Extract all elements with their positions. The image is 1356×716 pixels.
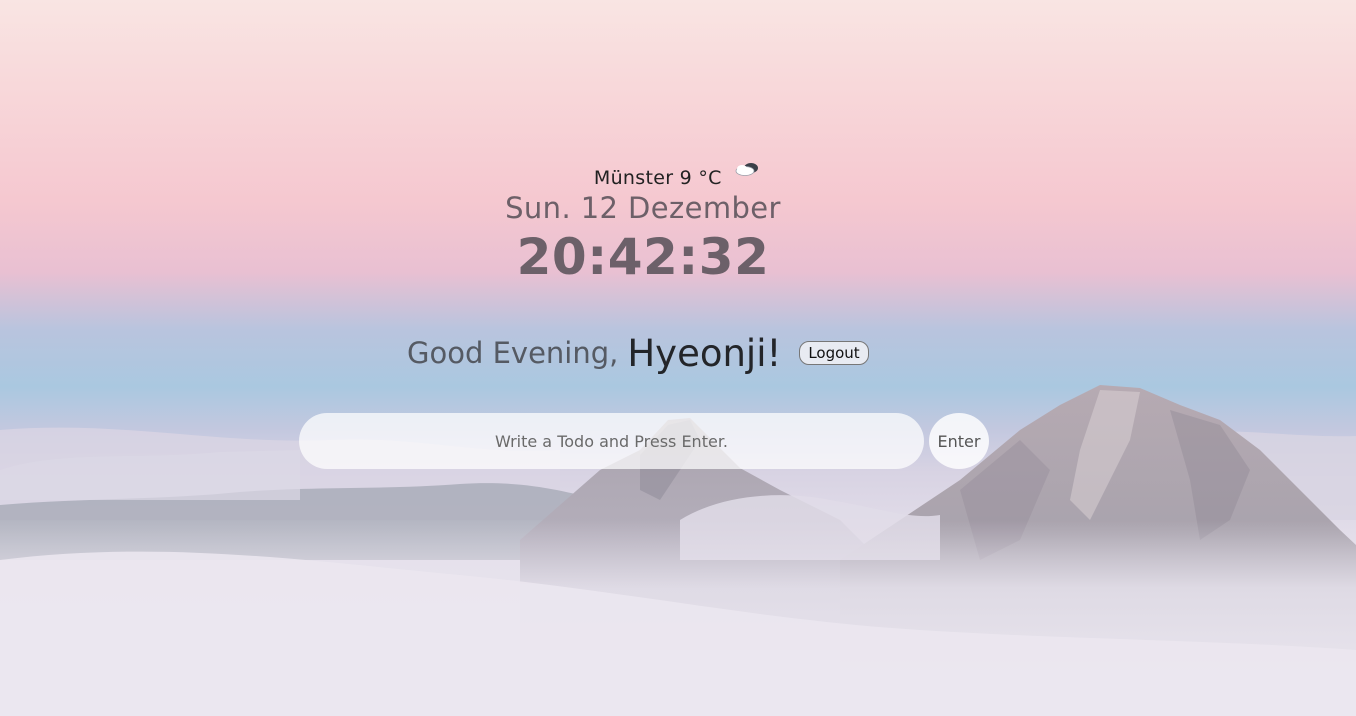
todo-input[interactable] [299, 413, 924, 469]
weather-text: Münster 9 °C [593, 167, 722, 189]
greeting: Good Evening, Hyeonji! Logout [407, 328, 869, 378]
cloud-icon [735, 163, 759, 176]
date-display: Sun. 12 Dezember [505, 191, 781, 225]
clock-display: 20:42:32 [516, 228, 770, 286]
enter-button[interactable]: Enter [929, 413, 989, 469]
user-name: Hyeonji! [627, 331, 782, 375]
logout-button[interactable]: Logout [799, 341, 869, 365]
greeting-text: Good Evening, [407, 336, 619, 370]
weather-display: Münster 9 °C [0, 160, 1356, 189]
